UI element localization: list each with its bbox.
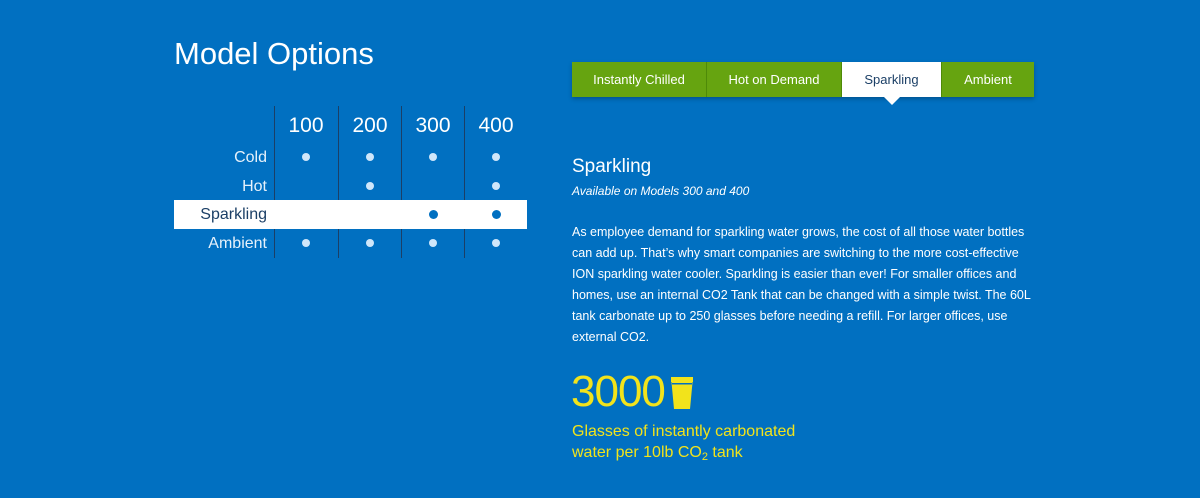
availability-dot bbox=[429, 239, 437, 247]
stat-caption-suffix: tank bbox=[707, 444, 743, 461]
column-header-300: 300 bbox=[415, 114, 451, 137]
availability-dot bbox=[492, 153, 500, 161]
availability-dot bbox=[302, 239, 310, 247]
availability-dot bbox=[492, 239, 500, 247]
row-label: Sparkling bbox=[200, 206, 267, 223]
tab-sparkling[interactable]: Sparkling bbox=[842, 62, 942, 105]
stat-caption-line2: water per 10lb CO2 tank bbox=[572, 442, 832, 468]
feature-tabs: Instantly Chilled Hot on Demand Sparklin… bbox=[572, 62, 1034, 105]
matrix-row-sparkling[interactable]: Sparkling bbox=[174, 200, 527, 229]
availability-dot bbox=[428, 210, 438, 219]
tab-hot-on-demand[interactable]: Hot on Demand bbox=[707, 62, 842, 97]
availability-dot bbox=[366, 239, 374, 247]
cup-icon bbox=[671, 377, 693, 409]
matrix-row-cold[interactable]: Cold bbox=[174, 143, 527, 172]
stat-number: 3000 bbox=[571, 367, 666, 416]
row-label: Ambient bbox=[208, 235, 267, 252]
availability-dot bbox=[366, 182, 374, 190]
tab-ambient[interactable]: Ambient bbox=[942, 62, 1034, 97]
availability-dot bbox=[302, 153, 310, 161]
availability-dot bbox=[491, 210, 501, 219]
tab-instantly-chilled[interactable]: Instantly Chilled bbox=[572, 62, 707, 97]
availability-dot bbox=[366, 153, 374, 161]
stat-caption-line1: Glasses of instantly carbonated bbox=[572, 423, 796, 440]
availability-dot bbox=[492, 182, 500, 190]
availability-dot bbox=[429, 153, 437, 161]
column-header-200: 200 bbox=[352, 114, 388, 137]
stat-caption: Glasses of instantly carbonated water pe… bbox=[572, 421, 832, 468]
model-matrix: 100 200 300 400 Cold Hot Sparkling Ambie… bbox=[0, 0, 600, 498]
column-header-400: 400 bbox=[478, 114, 514, 137]
row-label: Hot bbox=[242, 178, 267, 195]
row-label: Cold bbox=[234, 149, 267, 166]
column-header-100: 100 bbox=[288, 114, 324, 137]
detail-description: As employee demand for sparkling water g… bbox=[572, 225, 1031, 344]
stat-caption-prefix: water per 10lb CO bbox=[572, 444, 702, 461]
detail-title: Sparkling bbox=[572, 156, 652, 177]
matrix-row-hot[interactable]: Hot bbox=[174, 172, 527, 201]
matrix-row-ambient[interactable]: Ambient bbox=[174, 229, 527, 258]
detail-subtitle: Available on Models 300 and 400 bbox=[572, 184, 750, 198]
